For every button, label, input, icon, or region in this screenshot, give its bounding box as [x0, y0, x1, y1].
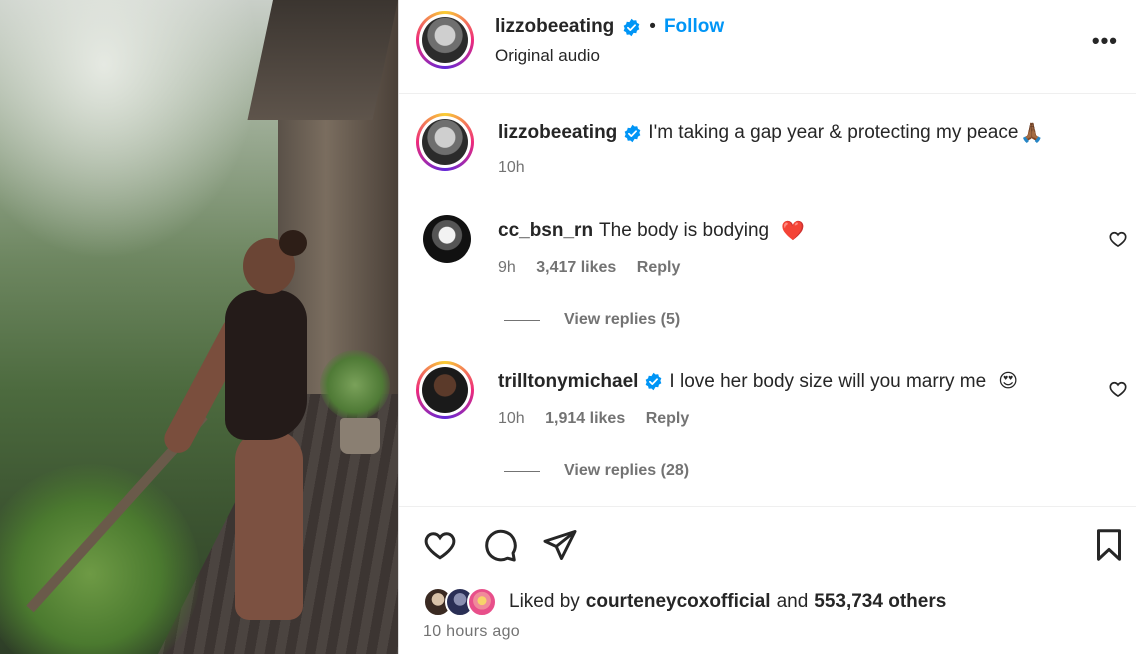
liked-by-and: and: [776, 591, 809, 612]
comment-username[interactable]: trilltonymichael: [498, 371, 638, 393]
commenter-avatar[interactable]: [416, 361, 474, 419]
comment-reply-button[interactable]: Reply: [646, 410, 690, 427]
heart-icon[interactable]: [1108, 379, 1128, 399]
author-avatar[interactable]: [416, 11, 474, 69]
author-username[interactable]: lizzobeeating: [495, 16, 614, 38]
caption-emoji: 🙏🏾: [1020, 123, 1045, 144]
save-icon[interactable]: [1091, 527, 1127, 563]
comment-emoji: 😍: [998, 371, 1019, 392]
caption-text: I'm taking a gap year & protecting my pe…: [648, 122, 1019, 143]
comment-emoji: ❤️: [781, 221, 805, 242]
verified-badge-icon: [624, 124, 641, 142]
comment-icon[interactable]: [482, 527, 518, 563]
comment-reply-button[interactable]: Reply: [637, 259, 681, 276]
verified-badge-icon: [623, 18, 640, 36]
comment-text: I love her body size will you marry me: [669, 370, 987, 392]
view-replies-label: View replies (5): [564, 311, 681, 328]
verified-badge-icon: [646, 372, 662, 391]
caption-time[interactable]: 10h: [498, 159, 525, 176]
post-timestamp[interactable]: 10 hours ago: [423, 623, 520, 641]
actions-divider: [399, 506, 1136, 507]
photo-subject: [159, 230, 315, 620]
caption: lizzobeeating I'm taking a gap year & pr…: [399, 110, 1136, 190]
commenter-avatar[interactable]: [423, 215, 471, 263]
more-options-icon[interactable]: •••: [1092, 28, 1118, 54]
heart-icon[interactable]: [1108, 229, 1128, 249]
audio-link[interactable]: Original audio: [495, 46, 600, 66]
likes-summary: Liked by courteneycoxofficial and 553,73…: [423, 587, 946, 617]
liked-by-prefix: Liked by: [509, 591, 580, 612]
header-separator: •: [649, 16, 656, 37]
comment-likes[interactable]: 1,914 likes: [545, 410, 625, 427]
comment-username[interactable]: cc_bsn_rn: [498, 220, 593, 242]
view-replies-button[interactable]: View replies (28): [504, 462, 689, 480]
view-replies-label: View replies (28): [564, 462, 690, 479]
caption-username[interactable]: lizzobeeating: [498, 122, 617, 144]
heart-icon[interactable]: [422, 527, 458, 563]
view-replies-button[interactable]: View replies (5): [504, 311, 680, 329]
comment-item: trilltonymichael I love her body size wi…: [399, 360, 1136, 490]
comment-time[interactable]: 10h: [498, 410, 525, 427]
liked-by-others[interactable]: 553,734 others: [814, 591, 946, 613]
caption-avatar[interactable]: [416, 113, 474, 171]
comment-item: cc_bsn_rn The body is bodying ❤️ 9h 3,41…: [399, 212, 1136, 342]
post-header: lizzobeeating • Follow Original audio ••…: [399, 0, 1136, 94]
comment-text: The body is bodying: [599, 220, 770, 241]
liked-by-user[interactable]: courteneycoxofficial: [586, 591, 771, 613]
comment-likes[interactable]: 3,417 likes: [536, 259, 616, 276]
liker-avatars[interactable]: [423, 587, 501, 617]
share-icon[interactable]: [542, 527, 578, 563]
follow-button[interactable]: Follow: [664, 16, 724, 38]
post-side-panel: lizzobeeating • Follow Original audio ••…: [399, 0, 1136, 654]
comment-time[interactable]: 9h: [498, 259, 516, 276]
post-media-image[interactable]: [0, 0, 398, 654]
